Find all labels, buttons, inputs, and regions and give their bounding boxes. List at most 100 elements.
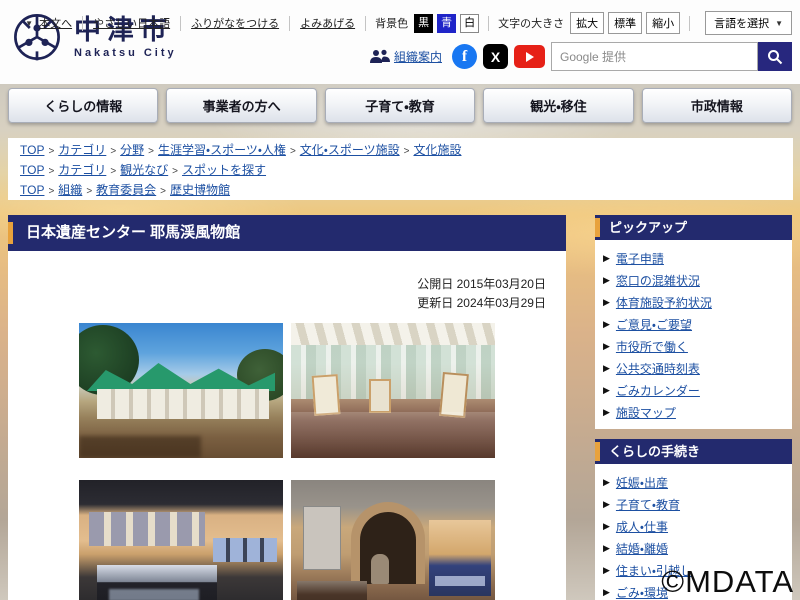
- breadcrumb-row-2: TOP > カテゴリ > 観光なび > スポットを探す: [20, 161, 781, 181]
- language-select-label: 言語を選択: [714, 18, 770, 30]
- breadcrumb-separator: >: [148, 146, 155, 157]
- pickup-title: ピックアップ: [609, 220, 688, 235]
- pickup-link-transit-timetable[interactable]: 公共交通時刻表: [616, 360, 700, 377]
- youtube-icon[interactable]: [514, 45, 545, 68]
- easy-japanese-link[interactable]: やさしい日本語: [93, 15, 170, 31]
- bullet-icon: ▶: [603, 476, 610, 487]
- breadcrumb-row-1: TOP > カテゴリ > 分野 > 生涯学習・スポーツ・人権 > 文化・スポーツ施設 > 文化施設: [20, 141, 781, 161]
- breadcrumb-link[interactable]: カテゴリ: [58, 163, 106, 177]
- photo-gallery-interior: [291, 323, 495, 458]
- display-panel: [369, 379, 391, 413]
- breadcrumb-link[interactable]: 文化施設: [413, 143, 461, 157]
- people-icon: [369, 49, 390, 63]
- pickup-link-facility-map[interactable]: 施設マップ: [616, 404, 676, 421]
- list-item: ▶ 電子申請: [603, 247, 784, 269]
- nav-childcare-education[interactable]: 子育て・教育: [324, 88, 476, 123]
- bullet-icon: ▶: [603, 252, 610, 263]
- breadcrumb-link[interactable]: TOP: [20, 143, 44, 157]
- page-title: 日本遺産センター 耶馬渓風物館: [26, 224, 241, 241]
- bg-black-button[interactable]: 黒: [414, 13, 434, 33]
- breadcrumb-link[interactable]: TOP: [20, 183, 44, 197]
- procedures-header: くらしの手続き: [595, 439, 792, 464]
- bg-white-button[interactable]: 白: [460, 13, 480, 33]
- framed-prints: [89, 512, 205, 546]
- bullet-icon: ▶: [603, 586, 610, 597]
- search-button[interactable]: [758, 42, 792, 71]
- article-dates: 公開日 2015年03月20日 更新日 2024年03月29日: [8, 275, 566, 313]
- title-accent-bar: [8, 222, 13, 244]
- watermark: ©MDATA: [661, 564, 794, 599]
- x-glyph: X: [490, 48, 501, 65]
- breadcrumb-link[interactable]: 教育委員会: [96, 183, 156, 197]
- display-screens: [213, 538, 277, 562]
- x-twitter-icon[interactable]: X: [483, 44, 508, 69]
- language-select-button[interactable]: 言語を選択 ▼: [705, 11, 792, 35]
- down-arrow-icon: ▼: [25, 18, 34, 28]
- breadcrumb-row-3: TOP > 組織 > 教育委員会 > 歴史博物館: [20, 181, 781, 201]
- divider: [289, 15, 291, 31]
- breadcrumb-link[interactable]: 生涯学習・スポーツ・人権: [158, 143, 286, 157]
- breadcrumb-separator: >: [110, 146, 117, 157]
- pickup-link-garbage-calendar[interactable]: ごみカレンダー: [616, 382, 700, 399]
- list-item: ▶ 体育施設予約状況: [603, 291, 784, 313]
- chevron-down-icon: ▼: [775, 18, 783, 28]
- bullet-icon: ▶: [603, 520, 610, 531]
- list-item: ▶ 子育て・教育: [603, 493, 784, 515]
- nav-living-info[interactable]: くらしの情報: [8, 88, 159, 123]
- procedures-link-childcare-education[interactable]: 子育て・教育: [616, 496, 680, 513]
- pickup-link-e-application[interactable]: 電子申請: [616, 250, 664, 267]
- font-enlarge-button[interactable]: 拡大: [570, 12, 605, 34]
- bullet-icon: ▶: [603, 498, 610, 509]
- pickup-link-opinions[interactable]: ご意見・ご要望: [616, 316, 692, 333]
- organization-link[interactable]: 組織案内: [394, 48, 442, 65]
- breadcrumb-link[interactable]: 歴史博物館: [170, 183, 230, 197]
- nav-city-info[interactable]: 市政情報: [641, 88, 793, 123]
- font-shrink-button[interactable]: 縮小: [646, 12, 681, 34]
- divider: [488, 15, 490, 31]
- font-standard-button[interactable]: 標準: [608, 12, 643, 34]
- read-aloud-link[interactable]: よみあげる: [300, 15, 355, 31]
- list-item: ▶ 窓口の混雑状況: [603, 269, 784, 291]
- breadcrumb-link[interactable]: TOP: [20, 163, 44, 177]
- sidebar: ピックアップ ▶ 電子申請 ▶ 窓口の混雑状況 ▶ 体育施設予約状況 ▶ ご意見・ご要望…: [595, 215, 792, 600]
- procedures-link-pregnancy-birth[interactable]: 妊娠・出産: [616, 474, 668, 491]
- facebook-icon[interactable]: f: [452, 44, 477, 69]
- bullet-icon: ▶: [603, 564, 610, 575]
- bullet-icon: ▶: [603, 384, 610, 395]
- breadcrumb-separator: >: [48, 166, 55, 177]
- pickup-link-gym-reservation[interactable]: 体育施設予約状況: [616, 294, 712, 311]
- bullet-icon: ▶: [603, 542, 610, 553]
- breadcrumb-separator: >: [48, 146, 55, 157]
- furigana-link[interactable]: ふりがなをつける: [191, 15, 279, 31]
- breadcrumb-link[interactable]: 分野: [120, 143, 144, 157]
- breadcrumb-separator: >: [172, 166, 179, 177]
- nav-tourism-migration[interactable]: 観光・移住: [483, 88, 634, 123]
- bullet-icon: ▶: [603, 318, 610, 329]
- search-icon: [768, 49, 783, 64]
- procedures-link-adult-work[interactable]: 成人・仕事: [616, 518, 668, 535]
- font-size-label: 文字の大きさ: [498, 18, 565, 30]
- procedures-link-garbage-environment[interactable]: ごみ・環境: [616, 584, 668, 600]
- breadcrumb-link[interactable]: 文化・スポーツ施設: [300, 143, 400, 157]
- breadcrumb-link[interactable]: 組織: [58, 183, 82, 197]
- pickup-box: ピックアップ ▶ 電子申請 ▶ 窓口の混雑状況 ▶ 体育施設予約状況 ▶ ご意見・ご要望…: [595, 215, 792, 429]
- breadcrumb-link[interactable]: カテゴリ: [58, 143, 106, 157]
- list-item: ▶ ご意見・ご要望: [603, 313, 784, 335]
- updated-label: 更新日: [417, 296, 454, 310]
- pickup-link-window-congestion[interactable]: 窓口の混雑状況: [616, 272, 700, 289]
- stone-arch: [351, 502, 425, 584]
- photo-museum-exterior: [79, 323, 283, 458]
- site-search-input[interactable]: [551, 42, 758, 71]
- bullet-icon: ▶: [603, 274, 610, 285]
- nav-business[interactable]: 事業者の方へ: [166, 88, 317, 123]
- procedures-link-marriage-divorce[interactable]: 結婚・離婚: [616, 540, 668, 557]
- list-item: ▶ 市役所で働く: [603, 335, 784, 357]
- bullet-icon: ▶: [603, 296, 610, 307]
- pickup-link-work-at-city-hall[interactable]: 市役所で働く: [616, 338, 688, 355]
- play-icon: [525, 51, 534, 62]
- stone-statue: [371, 554, 389, 584]
- skip-to-content-link[interactable]: 本文へ: [39, 15, 72, 31]
- bg-blue-button[interactable]: 青: [437, 13, 457, 33]
- breadcrumb-link[interactable]: スポットを探す: [182, 163, 266, 177]
- breadcrumb-link[interactable]: 観光なび: [120, 163, 168, 177]
